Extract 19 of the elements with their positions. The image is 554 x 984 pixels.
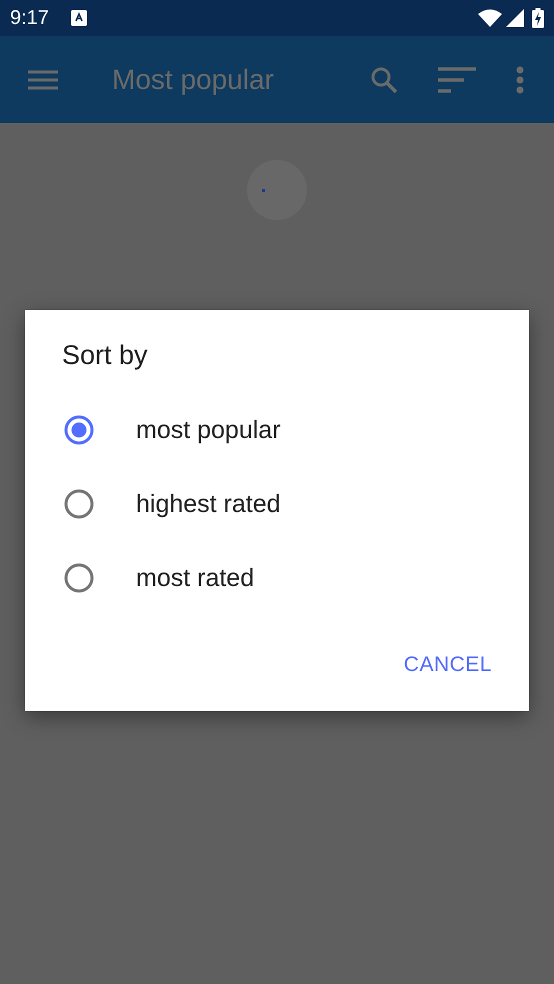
- radio-button[interactable]: [63, 414, 95, 446]
- option-label[interactable]: most rated: [136, 564, 254, 592]
- radio-button[interactable]: [63, 488, 95, 520]
- cancel-button[interactable]: CANCEL: [394, 645, 492, 685]
- dialog-title: Sort by: [62, 340, 149, 371]
- search-icon[interactable]: [370, 66, 398, 94]
- loading-indicator: [247, 160, 307, 220]
- signal-icon: [506, 9, 524, 27]
- status-time: 9:17: [10, 6, 49, 30]
- keyboard-notification-icon: [70, 10, 87, 26]
- more-options-icon[interactable]: [516, 66, 524, 94]
- app-title: Most popular: [112, 64, 275, 96]
- battery-charging-icon: [532, 8, 544, 28]
- option-label[interactable]: highest rated: [136, 490, 281, 518]
- sort-icon[interactable]: [438, 66, 476, 92]
- wifi-icon: [478, 9, 502, 27]
- option-label[interactable]: most popular: [136, 416, 281, 444]
- radio-button[interactable]: [63, 562, 95, 594]
- menu-icon[interactable]: [28, 70, 58, 90]
